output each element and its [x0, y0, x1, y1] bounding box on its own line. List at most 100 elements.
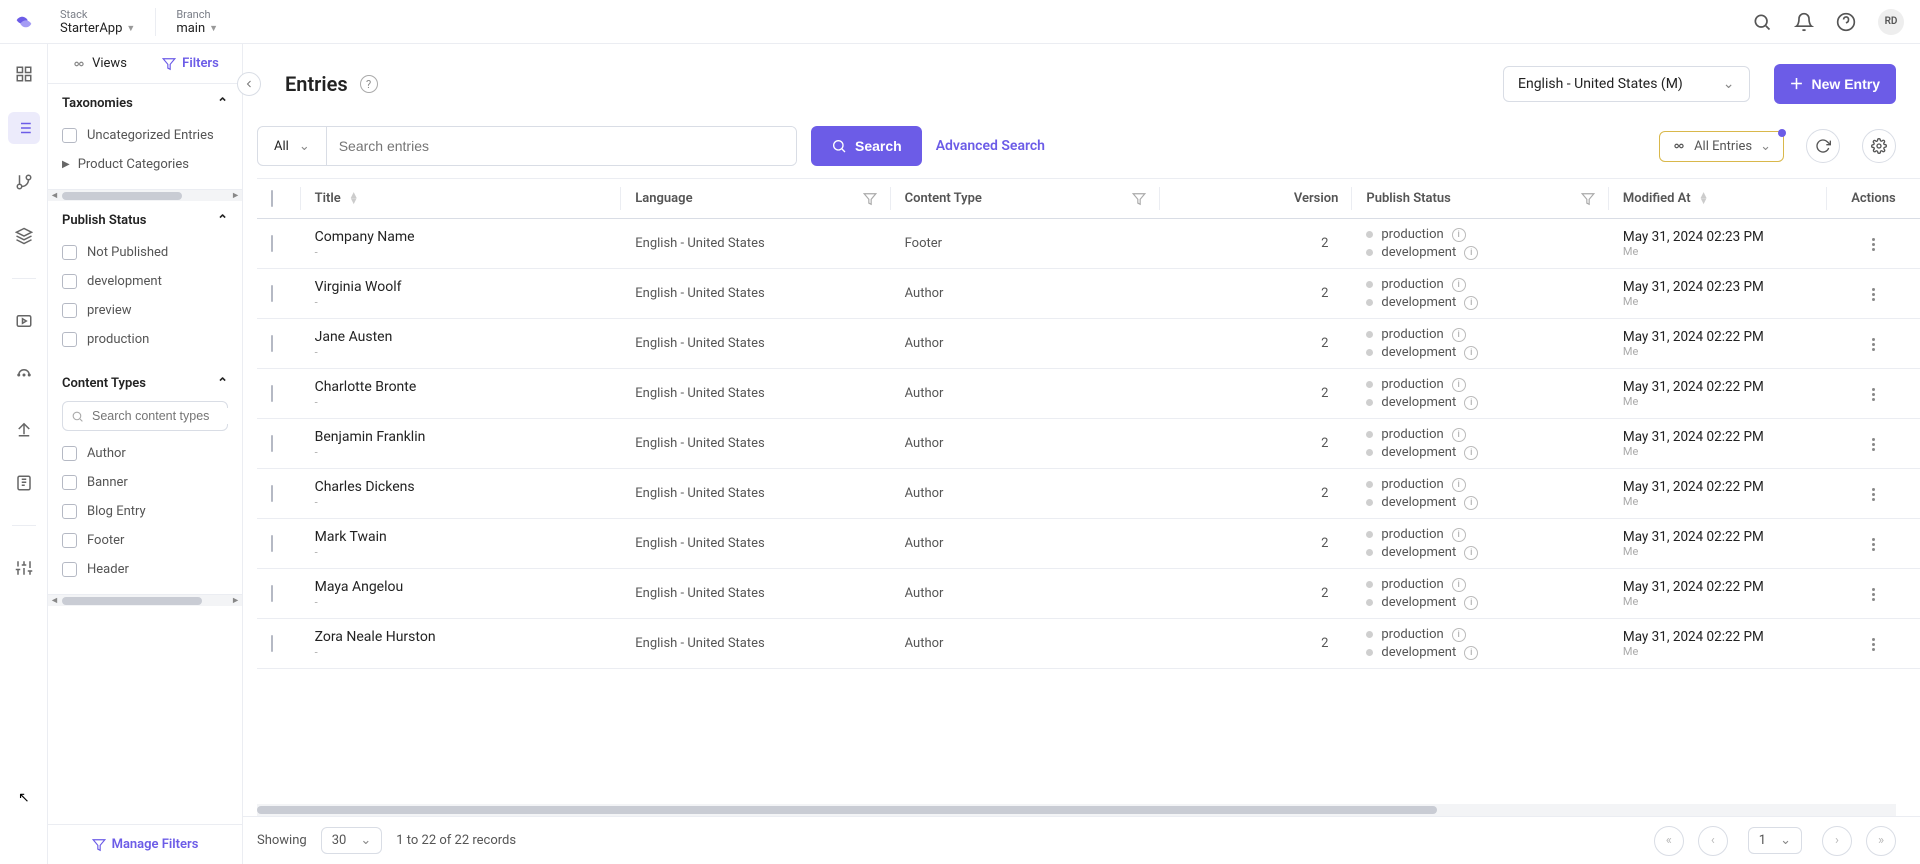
page-size-selector[interactable]: 30 ⌄ [321, 827, 383, 854]
filter-icon[interactable] [1581, 192, 1595, 206]
table-row[interactable]: Jane Austen-English - United StatesAutho… [257, 319, 1920, 369]
info-icon[interactable]: i [1464, 546, 1478, 560]
table-row[interactable]: Zora Neale Hurston-English - United Stat… [257, 619, 1920, 669]
locale-selector[interactable]: English - United States (M) ⌄ [1503, 66, 1750, 102]
taxonomies-hscroll[interactable] [48, 189, 242, 201]
section-publish-status-toggle[interactable]: Publish Status ⌃ [48, 201, 242, 236]
publish-status-filter-item[interactable]: preview [62, 296, 228, 325]
content-type-filter-item[interactable]: Header [62, 555, 228, 584]
col-content-type[interactable]: Content Type [905, 191, 982, 206]
row-actions-menu[interactable] [1866, 382, 1881, 407]
content-type-filter-item[interactable]: Banner [62, 468, 228, 497]
search-icon[interactable] [1752, 12, 1772, 32]
info-icon[interactable]: i [1452, 278, 1466, 292]
info-icon[interactable]: i [1452, 478, 1466, 492]
row-actions-menu[interactable] [1866, 582, 1881, 607]
row-checkbox[interactable] [271, 485, 273, 502]
stack-selector[interactable]: Stack StarterApp▼ [60, 8, 156, 36]
row-checkbox[interactable] [271, 535, 273, 552]
row-checkbox[interactable] [271, 235, 273, 252]
tab-filters[interactable]: Filters [149, 50, 232, 77]
row-checkbox[interactable] [271, 285, 273, 302]
search-scope-dropdown[interactable]: All ⌄ [258, 127, 327, 165]
content-type-filter-item[interactable]: Blog Entry [62, 497, 228, 526]
info-icon[interactable]: i [1452, 228, 1466, 242]
content-types-hscroll[interactable] [48, 594, 242, 606]
nav-settings[interactable] [8, 552, 40, 584]
info-icon[interactable]: i [1452, 378, 1466, 392]
pager-first[interactable]: « [1654, 826, 1684, 856]
row-checkbox[interactable] [271, 335, 273, 352]
pager-last[interactable]: » [1866, 826, 1896, 856]
row-actions-menu[interactable] [1866, 332, 1881, 357]
help-icon[interactable] [1836, 12, 1856, 32]
nav-upload[interactable] [8, 413, 40, 445]
publish-status-filter-item[interactable]: production [62, 325, 228, 354]
taxonomy-uncategorized[interactable]: Uncategorized Entries [62, 121, 228, 150]
row-actions-menu[interactable] [1866, 482, 1881, 507]
search-button[interactable]: Search [811, 126, 922, 166]
sort-icon[interactable]: ▲▼ [1699, 193, 1709, 205]
back-button[interactable] [237, 72, 261, 96]
info-icon[interactable]: i [1464, 496, 1478, 510]
nav-entries[interactable] [8, 112, 40, 144]
filter-icon[interactable] [1132, 192, 1146, 206]
info-icon[interactable]: i [1464, 396, 1478, 410]
table-row[interactable]: Mark Twain-English - United StatesAuthor… [257, 519, 1920, 569]
col-version[interactable]: Version [1294, 191, 1339, 206]
publish-status-filter-item[interactable]: development [62, 267, 228, 296]
row-actions-menu[interactable] [1866, 282, 1881, 307]
nav-publish-queue[interactable] [8, 359, 40, 391]
taxonomy-product-categories[interactable]: ▶ Product Categories [62, 150, 228, 179]
content-type-filter-item[interactable]: Footer [62, 526, 228, 555]
sort-icon[interactable]: ▲▼ [349, 193, 359, 205]
info-icon[interactable]: i [1464, 446, 1478, 460]
select-all-checkbox[interactable] [271, 190, 273, 207]
search-input[interactable] [327, 127, 796, 165]
info-icon[interactable]: i [1452, 628, 1466, 642]
refresh-button[interactable] [1806, 129, 1840, 163]
nav-content-models[interactable] [8, 166, 40, 198]
nav-assets[interactable] [8, 220, 40, 252]
info-icon[interactable]: i [1452, 328, 1466, 342]
col-language[interactable]: Language [635, 191, 692, 206]
col-publish-status[interactable]: Publish Status [1366, 191, 1450, 206]
all-entries-view-button[interactable]: All Entries ⌄ [1659, 131, 1784, 162]
nav-tasks[interactable] [8, 467, 40, 499]
table-row[interactable]: Company Name-English - United StatesFoot… [257, 219, 1920, 269]
table-row[interactable]: Maya Angelou-English - United StatesAuth… [257, 569, 1920, 619]
info-icon[interactable]: i [1464, 596, 1478, 610]
content-type-search-input[interactable] [90, 408, 242, 424]
user-avatar[interactable]: RD [1878, 9, 1904, 35]
bell-icon[interactable] [1794, 12, 1814, 32]
nav-dashboard[interactable] [8, 58, 40, 90]
row-checkbox[interactable] [271, 435, 273, 452]
info-icon[interactable]: i [1452, 428, 1466, 442]
row-actions-menu[interactable] [1866, 632, 1881, 657]
row-actions-menu[interactable] [1866, 432, 1881, 457]
info-icon[interactable]: i [1464, 646, 1478, 660]
table-row[interactable]: Benjamin Franklin-English - United State… [257, 419, 1920, 469]
row-actions-menu[interactable] [1866, 232, 1881, 257]
content-type-search[interactable] [62, 401, 228, 431]
nav-releases[interactable] [8, 305, 40, 337]
branch-selector[interactable]: Branch main▼ [176, 8, 238, 36]
content-type-filter-item[interactable]: Author [62, 439, 228, 468]
row-actions-menu[interactable] [1866, 532, 1881, 557]
col-modified-at[interactable]: Modified At [1623, 191, 1691, 206]
table-row[interactable]: Virginia Woolf-English - United StatesAu… [257, 269, 1920, 319]
publish-status-filter-item[interactable]: Not Published [62, 238, 228, 267]
section-taxonomies-toggle[interactable]: Taxonomies ⌃ [48, 84, 242, 119]
table-hscroll[interactable] [257, 804, 1896, 816]
info-icon[interactable]: i [1464, 346, 1478, 360]
row-checkbox[interactable] [271, 385, 273, 402]
table-row[interactable]: Charles Dickens-English - United StatesA… [257, 469, 1920, 519]
pager-next[interactable]: › [1822, 826, 1852, 856]
page-number-selector[interactable]: 1 ⌄ [1748, 827, 1802, 854]
info-icon[interactable]: i [1452, 578, 1466, 592]
col-title[interactable]: Title [315, 191, 341, 206]
section-content-types-toggle[interactable]: Content Types ⌃ [48, 364, 242, 399]
help-icon[interactable]: ? [360, 75, 378, 93]
table-settings-button[interactable] [1862, 129, 1896, 163]
info-icon[interactable]: i [1452, 528, 1466, 542]
